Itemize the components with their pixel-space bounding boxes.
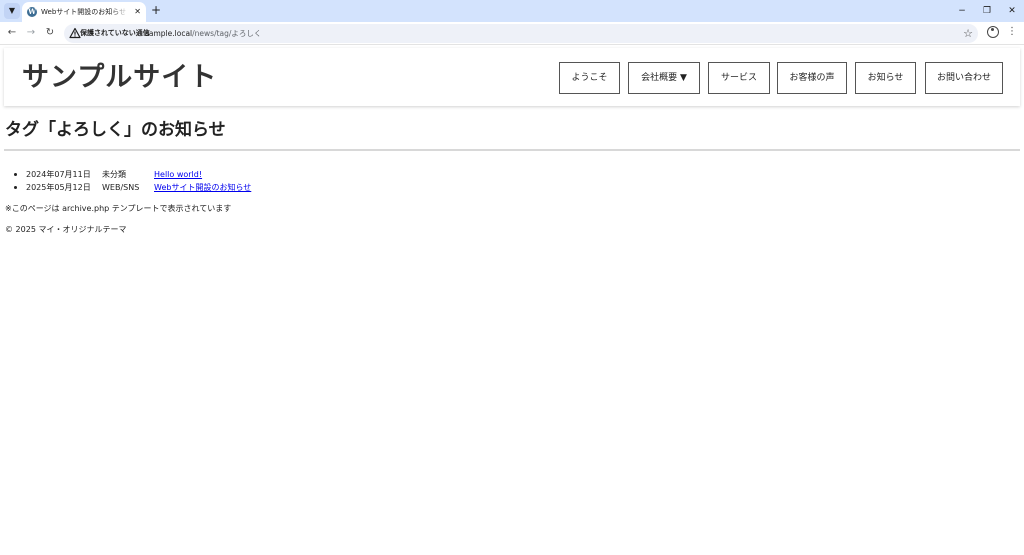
post-link[interactable]: Webサイト開設のお知らせ (154, 181, 251, 194)
reload-icon: ↻ (45, 27, 55, 38)
profile-icon[interactable] (987, 26, 999, 38)
post-category: WEB/SNS (102, 183, 140, 192)
back-button[interactable]: ← (4, 25, 20, 41)
restore-icon: ❐ (982, 6, 992, 16)
reload-button[interactable]: ↻ (42, 25, 58, 41)
post-category: 未分類 (102, 170, 126, 179)
close-icon: ✕ (1008, 6, 1016, 16)
bullet (14, 186, 17, 189)
star-icon[interactable]: ☆ (963, 26, 973, 41)
browser-toolbar: ← → ↻ 保護されていない通信 sample.local/news/tag/よ… (0, 22, 1024, 45)
chevron-down-icon: ▼ (8, 6, 16, 15)
site-title[interactable]: サンプルサイト (22, 61, 217, 95)
bullet (14, 173, 17, 176)
url-text[interactable]: sample.local/news/tag/よろしく (145, 27, 261, 40)
post-date: 2024年07月11日 (26, 170, 91, 179)
forward-button[interactable]: → (23, 25, 39, 41)
plus-icon: + (150, 3, 162, 17)
close-window-button[interactable]: ✕ (1004, 3, 1020, 19)
nav-item-news[interactable]: お知らせ (855, 62, 916, 94)
browser-tabstrip: ▼ W Webサイト開設のお知らせ｜サンプルサイト ✕ + − ❐ ✕ (0, 0, 1024, 22)
minimize-button[interactable]: − (954, 3, 970, 19)
nav-item-services[interactable]: サービス (708, 62, 770, 94)
tab-title: Webサイト開設のお知らせ｜サンプルサイト (41, 8, 129, 16)
page-title: タグ「よろしく」のお知らせ (5, 120, 226, 140)
footer-copyright: © 2025 マイ・オリジナルテーマ (5, 225, 127, 234)
post-date: 2025年05月12日 (26, 183, 91, 192)
tab-list-button[interactable]: ▼ (4, 3, 20, 19)
nav-item-contact[interactable]: お問い合わせ (925, 62, 1003, 94)
restore-button[interactable]: ❐ (979, 3, 995, 19)
address-bar[interactable]: 保護されていない通信 sample.local/news/tag/よろしく ☆ (64, 24, 978, 43)
nav-item-testimonials[interactable]: お客様の声 (777, 62, 847, 94)
wordpress-icon: W (27, 7, 37, 17)
url-path: /news/tag/よろしく (192, 29, 262, 38)
heading-divider (4, 149, 1020, 151)
nav-item-welcome[interactable]: ようこそ (559, 62, 620, 94)
more-vertical-icon[interactable]: ⋮ (1007, 25, 1017, 39)
back-arrow-icon: ← (7, 27, 17, 38)
tab-close-icon[interactable]: ✕ (134, 6, 141, 18)
url-host: sample.local (145, 29, 193, 38)
site-header: サンプルサイト ようこそ 会社概要 ▼ サービス お客様の声 お知らせ お問い合… (4, 48, 1020, 106)
post-link[interactable]: Hello world! (154, 168, 202, 181)
new-tab-button[interactable]: + (149, 2, 163, 18)
minimize-icon: − (958, 6, 966, 16)
browser-tab-active[interactable]: W Webサイト開設のお知らせ｜サンプルサイト ✕ (22, 2, 146, 22)
security-label[interactable]: 保護されていない通信 (80, 27, 150, 40)
template-note: ※このページは archive.php テンプレートで表示されています (5, 204, 232, 213)
nav-item-company[interactable]: 会社概要 ▼ (628, 62, 700, 94)
forward-arrow-icon: → (26, 27, 36, 38)
